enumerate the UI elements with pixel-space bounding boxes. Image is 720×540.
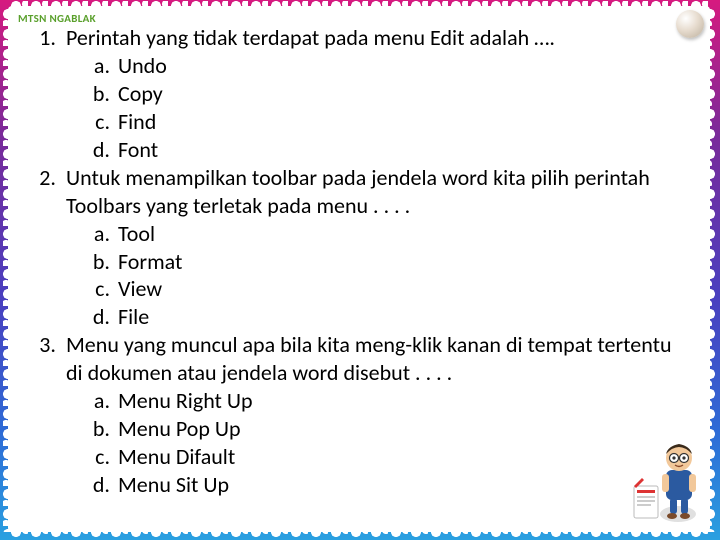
option-letter: d.	[90, 471, 118, 499]
question-item: 1. Perintah yang tidak terdapat pada men…	[34, 24, 684, 52]
option-item: d.File	[90, 303, 684, 331]
option-letter: c.	[90, 108, 118, 136]
option-text: Menu Difault	[118, 443, 684, 471]
corner-decoration	[676, 10, 704, 38]
question-item: 2. Untuk menampilkan toolbar pada jendel…	[34, 164, 684, 220]
option-item: a.Tool	[90, 220, 684, 248]
question-text: Untuk menampilkan toolbar pada jendela w…	[66, 164, 684, 220]
option-letter: d.	[90, 303, 118, 331]
option-item: c.Menu Difault	[90, 443, 684, 471]
mascot-icon	[632, 436, 702, 526]
option-letter: b.	[90, 248, 118, 276]
option-letter: a.	[90, 387, 118, 415]
question-text: Menu yang muncul apa bila kita meng-klik…	[66, 331, 684, 387]
paper-card: MTSN NGABLAK 1. Perintah yang tidak terd…	[8, 6, 710, 532]
option-letter: a.	[90, 220, 118, 248]
option-text: Format	[118, 248, 684, 276]
option-item: a.Undo	[90, 52, 684, 80]
option-text: Menu Pop Up	[118, 415, 684, 443]
option-item: d.Font	[90, 136, 684, 164]
option-letter: d.	[90, 136, 118, 164]
option-text: Tool	[118, 220, 684, 248]
option-item: c.Find	[90, 108, 684, 136]
option-letter: c.	[90, 275, 118, 303]
option-item: c.View	[90, 275, 684, 303]
question-text: Perintah yang tidak terdapat pada menu E…	[66, 24, 684, 52]
option-text: File	[118, 303, 684, 331]
question-number: 3.	[34, 331, 66, 387]
option-letter: a.	[90, 52, 118, 80]
option-item: b.Menu Pop Up	[90, 415, 684, 443]
option-letter: b.	[90, 415, 118, 443]
question-item: 3. Menu yang muncul apa bila kita meng-k…	[34, 331, 684, 387]
slide: MTSN NGABLAK 1. Perintah yang tidak terd…	[0, 0, 720, 540]
option-text: Find	[118, 108, 684, 136]
option-letter: b.	[90, 80, 118, 108]
option-item: d.Menu Sit Up	[90, 471, 684, 499]
option-text: Font	[118, 136, 684, 164]
option-item: b.Copy	[90, 80, 684, 108]
option-letter: c.	[90, 443, 118, 471]
option-text: View	[118, 275, 684, 303]
option-text: Undo	[118, 52, 684, 80]
option-item: a.Menu Right Up	[90, 387, 684, 415]
option-text: Menu Right Up	[118, 387, 684, 415]
question-list: 1. Perintah yang tidak terdapat pada men…	[34, 24, 684, 499]
option-text: Menu Sit Up	[118, 471, 684, 499]
question-number: 2.	[34, 164, 66, 220]
option-text: Copy	[118, 80, 684, 108]
header-label: MTSN NGABLAK	[18, 12, 96, 25]
question-number: 1.	[34, 24, 66, 52]
option-item: b.Format	[90, 248, 684, 276]
